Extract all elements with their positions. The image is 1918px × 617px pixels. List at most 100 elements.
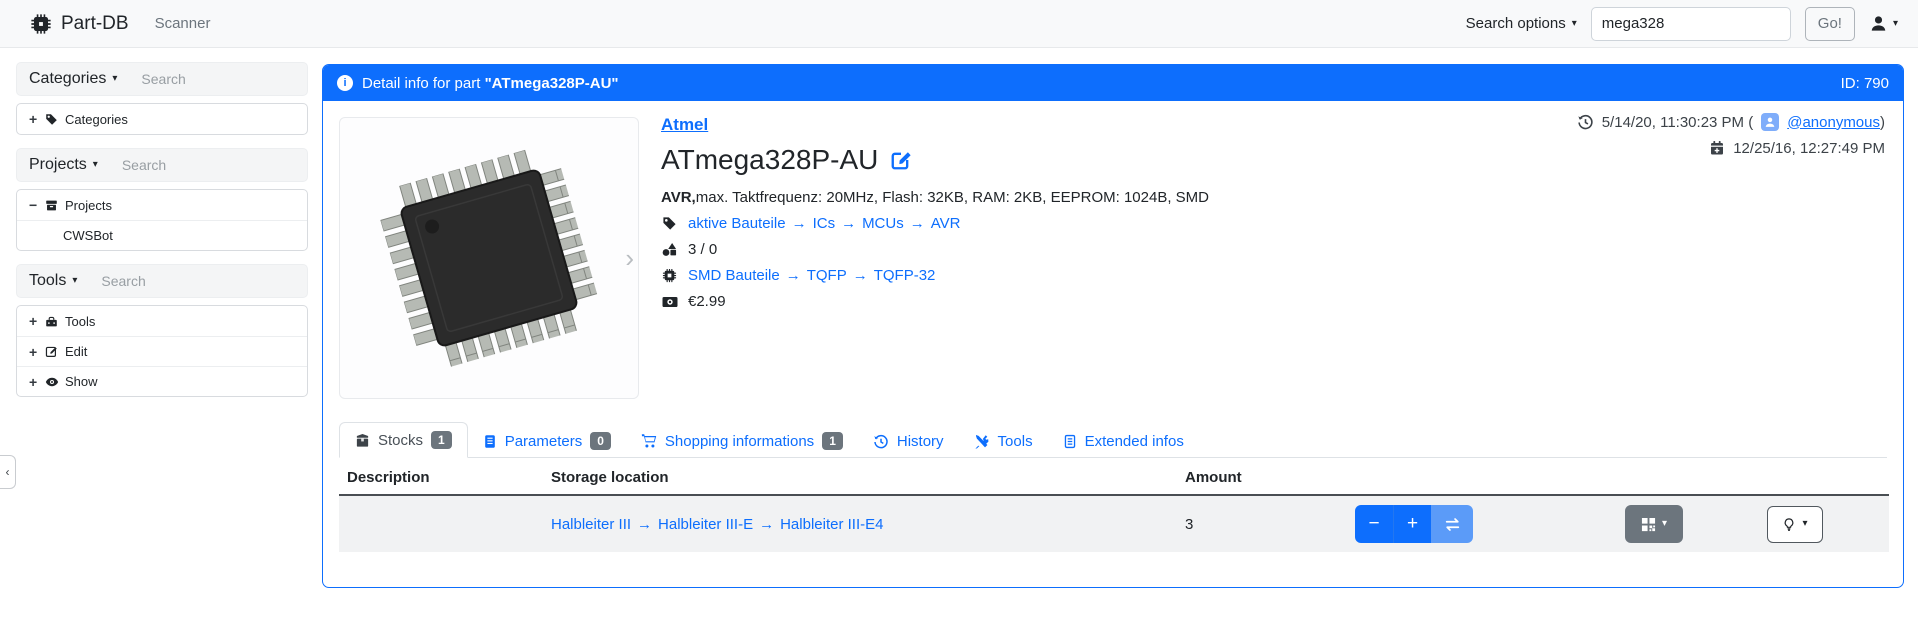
part-card-header: i Detail info for part "ATmega328P-AU" I… <box>323 65 1903 101</box>
tree-item-label: Projects <box>65 198 112 213</box>
user-icon <box>1869 14 1888 33</box>
part-image-box[interactable]: › <box>339 117 639 399</box>
chevron-down-icon: ▾ <box>1662 519 1667 529</box>
list-icon <box>1063 434 1077 449</box>
categories-search-input[interactable] <box>141 71 261 87</box>
sidebar-panel-categories: Categories ▾ + Categories <box>16 62 308 135</box>
microchip-icon <box>661 268 678 283</box>
edit-part-icon[interactable] <box>890 149 912 171</box>
tab-tools[interactable]: Tools <box>959 425 1048 458</box>
part-detail-card: i Detail info for part "ATmega328P-AU" I… <box>322 64 1904 588</box>
column-header-amount: Amount <box>1177 461 1347 494</box>
label-qr-dropdown-button[interactable]: ▾ <box>1625 505 1683 543</box>
collapse-toggle[interactable]: − <box>29 197 45 213</box>
footprint-link[interactable]: TQFP-32 <box>874 267 936 284</box>
category-link[interactable]: aktive Bauteile <box>688 215 786 232</box>
footprint-link[interactable]: SMD Bauteile <box>688 267 780 284</box>
tab-parameters[interactable]: Parameters 0 <box>468 424 626 458</box>
tab-shopping-informations[interactable]: Shopping informations 1 <box>626 424 858 458</box>
stock-description <box>339 516 543 532</box>
brand-title: Part-DB <box>61 13 129 35</box>
tree-item-show[interactable]: + Show <box>17 366 307 396</box>
tab-stocks[interactable]: Stocks 1 <box>339 422 468 458</box>
header-prefix: Detail info for part <box>362 75 485 92</box>
swap-arrows-icon <box>1444 517 1461 532</box>
footprint-breadcrumb: SMD Bauteile→TQFP→TQFP-32 <box>688 267 935 284</box>
tools-dropdown[interactable]: Tools ▾ <box>29 272 77 290</box>
tab-extended-infos[interactable]: Extended infos <box>1048 425 1199 458</box>
tree-item-categories[interactable]: + Categories <box>17 104 307 134</box>
modified-suffix: ) <box>1880 114 1885 131</box>
categories-tree: + Categories <box>16 103 308 135</box>
tree-item-label: Categories <box>65 112 128 127</box>
tab-label: Parameters <box>505 433 583 450</box>
info-icon: i <box>337 75 353 91</box>
arrow-icon: → <box>904 215 931 232</box>
storage-location-link[interactable]: Halbleiter III-E <box>658 516 753 533</box>
category-link[interactable]: AVR <box>931 215 961 232</box>
tree-item-tools[interactable]: + Tools <box>17 306 307 336</box>
tree-item-edit[interactable]: + Edit <box>17 336 307 366</box>
money-bill-icon <box>661 294 678 310</box>
footprint-link[interactable]: TQFP <box>807 267 847 284</box>
led-locate-dropdown-button[interactable]: ▾ <box>1767 506 1823 543</box>
arrow-icon: → <box>786 215 813 232</box>
toolbox-icon <box>45 315 65 328</box>
tab-badge: 1 <box>431 431 452 449</box>
price-row: €2.99 <box>661 293 1209 310</box>
tools-tree: + Tools + <box>16 305 308 397</box>
category-link[interactable]: MCUs <box>862 215 904 232</box>
projects-search-input[interactable] <box>122 157 242 173</box>
lightbulb-icon <box>1782 517 1796 532</box>
chevron-down-icon: ▾ <box>1572 19 1577 29</box>
categories-panel-header: Categories ▾ <box>16 62 308 96</box>
tab-label: Shopping informations <box>665 433 814 450</box>
description-rest: max. Taktfrequenz: 20MHz, Flash: 32KB, R… <box>696 189 1209 206</box>
expand-toggle[interactable]: + <box>29 374 45 390</box>
expand-toggle[interactable]: + <box>29 313 45 329</box>
increase-amount-button[interactable]: + <box>1393 505 1431 543</box>
amount-button-group: − + <box>1355 505 1473 543</box>
move-stock-button[interactable] <box>1431 505 1473 543</box>
tree-item-label: Show <box>65 374 98 389</box>
chevron-down-icon: ▾ <box>1893 19 1898 29</box>
page: Part-DB Scanner Search options ▾ Go! ▾ <box>0 0 1918 617</box>
microchip-logo-icon <box>30 13 52 35</box>
categories-dropdown[interactable]: Categories ▾ <box>29 70 117 88</box>
tab-history[interactable]: History <box>858 425 959 458</box>
projects-dropdown[interactable]: Projects ▾ <box>29 156 98 174</box>
image-next-chevron-icon[interactable]: › <box>625 245 634 271</box>
brand[interactable]: Part-DB <box>30 13 129 35</box>
chevron-down-icon: ▾ <box>1802 519 1807 529</box>
tab-label: Stocks <box>378 432 423 449</box>
expand-toggle[interactable]: + <box>29 111 45 127</box>
timestamps: 5/14/20, 11:30:23 PM ( @anonymous) <box>1577 109 1885 161</box>
manufacturer-link[interactable]: Atmel <box>661 115 708 135</box>
storage-location-link[interactable]: Halbleiter III <box>551 516 631 533</box>
projects-title: Projects <box>29 156 87 174</box>
category-row: aktive Bauteile→ICs→MCUs→AVR <box>661 215 1209 232</box>
header-part-name: "ATmega328P-AU" <box>485 75 619 92</box>
decrease-amount-button[interactable]: − <box>1355 505 1393 543</box>
go-button[interactable]: Go! <box>1805 7 1855 41</box>
tools-search-input[interactable] <box>101 273 221 289</box>
tree-item-cwsbot[interactable]: CWSBot <box>17 220 307 250</box>
shopping-cart-icon <box>641 433 657 449</box>
search-options-dropdown[interactable]: Search options ▾ <box>1466 15 1577 32</box>
expand-toggle[interactable]: + <box>29 344 45 360</box>
stock-summary-row: 3 / 0 <box>661 241 1209 258</box>
archive-icon <box>45 199 65 212</box>
storage-location-link[interactable]: Halbleiter III-E4 <box>780 516 883 533</box>
tab-label: Extended infos <box>1085 433 1184 450</box>
nav-item-scanner[interactable]: Scanner <box>155 15 211 32</box>
search-input[interactable] <box>1591 7 1791 41</box>
category-link[interactable]: ICs <box>813 215 836 232</box>
arrow-icon: → <box>753 516 780 533</box>
storage-location-breadcrumb: Halbleiter III→Halbleiter III-E→Halbleit… <box>543 508 1177 541</box>
chevron-down-icon: ▾ <box>112 74 117 84</box>
sidebar: Categories ▾ + Categories <box>16 62 308 410</box>
sidebar-collapse-handle[interactable]: ‹ <box>0 455 16 489</box>
modified-user-link[interactable]: @anonymous <box>1787 114 1880 131</box>
user-menu-dropdown[interactable]: ▾ <box>1869 14 1902 33</box>
tree-item-projects[interactable]: − Projects <box>17 190 307 220</box>
